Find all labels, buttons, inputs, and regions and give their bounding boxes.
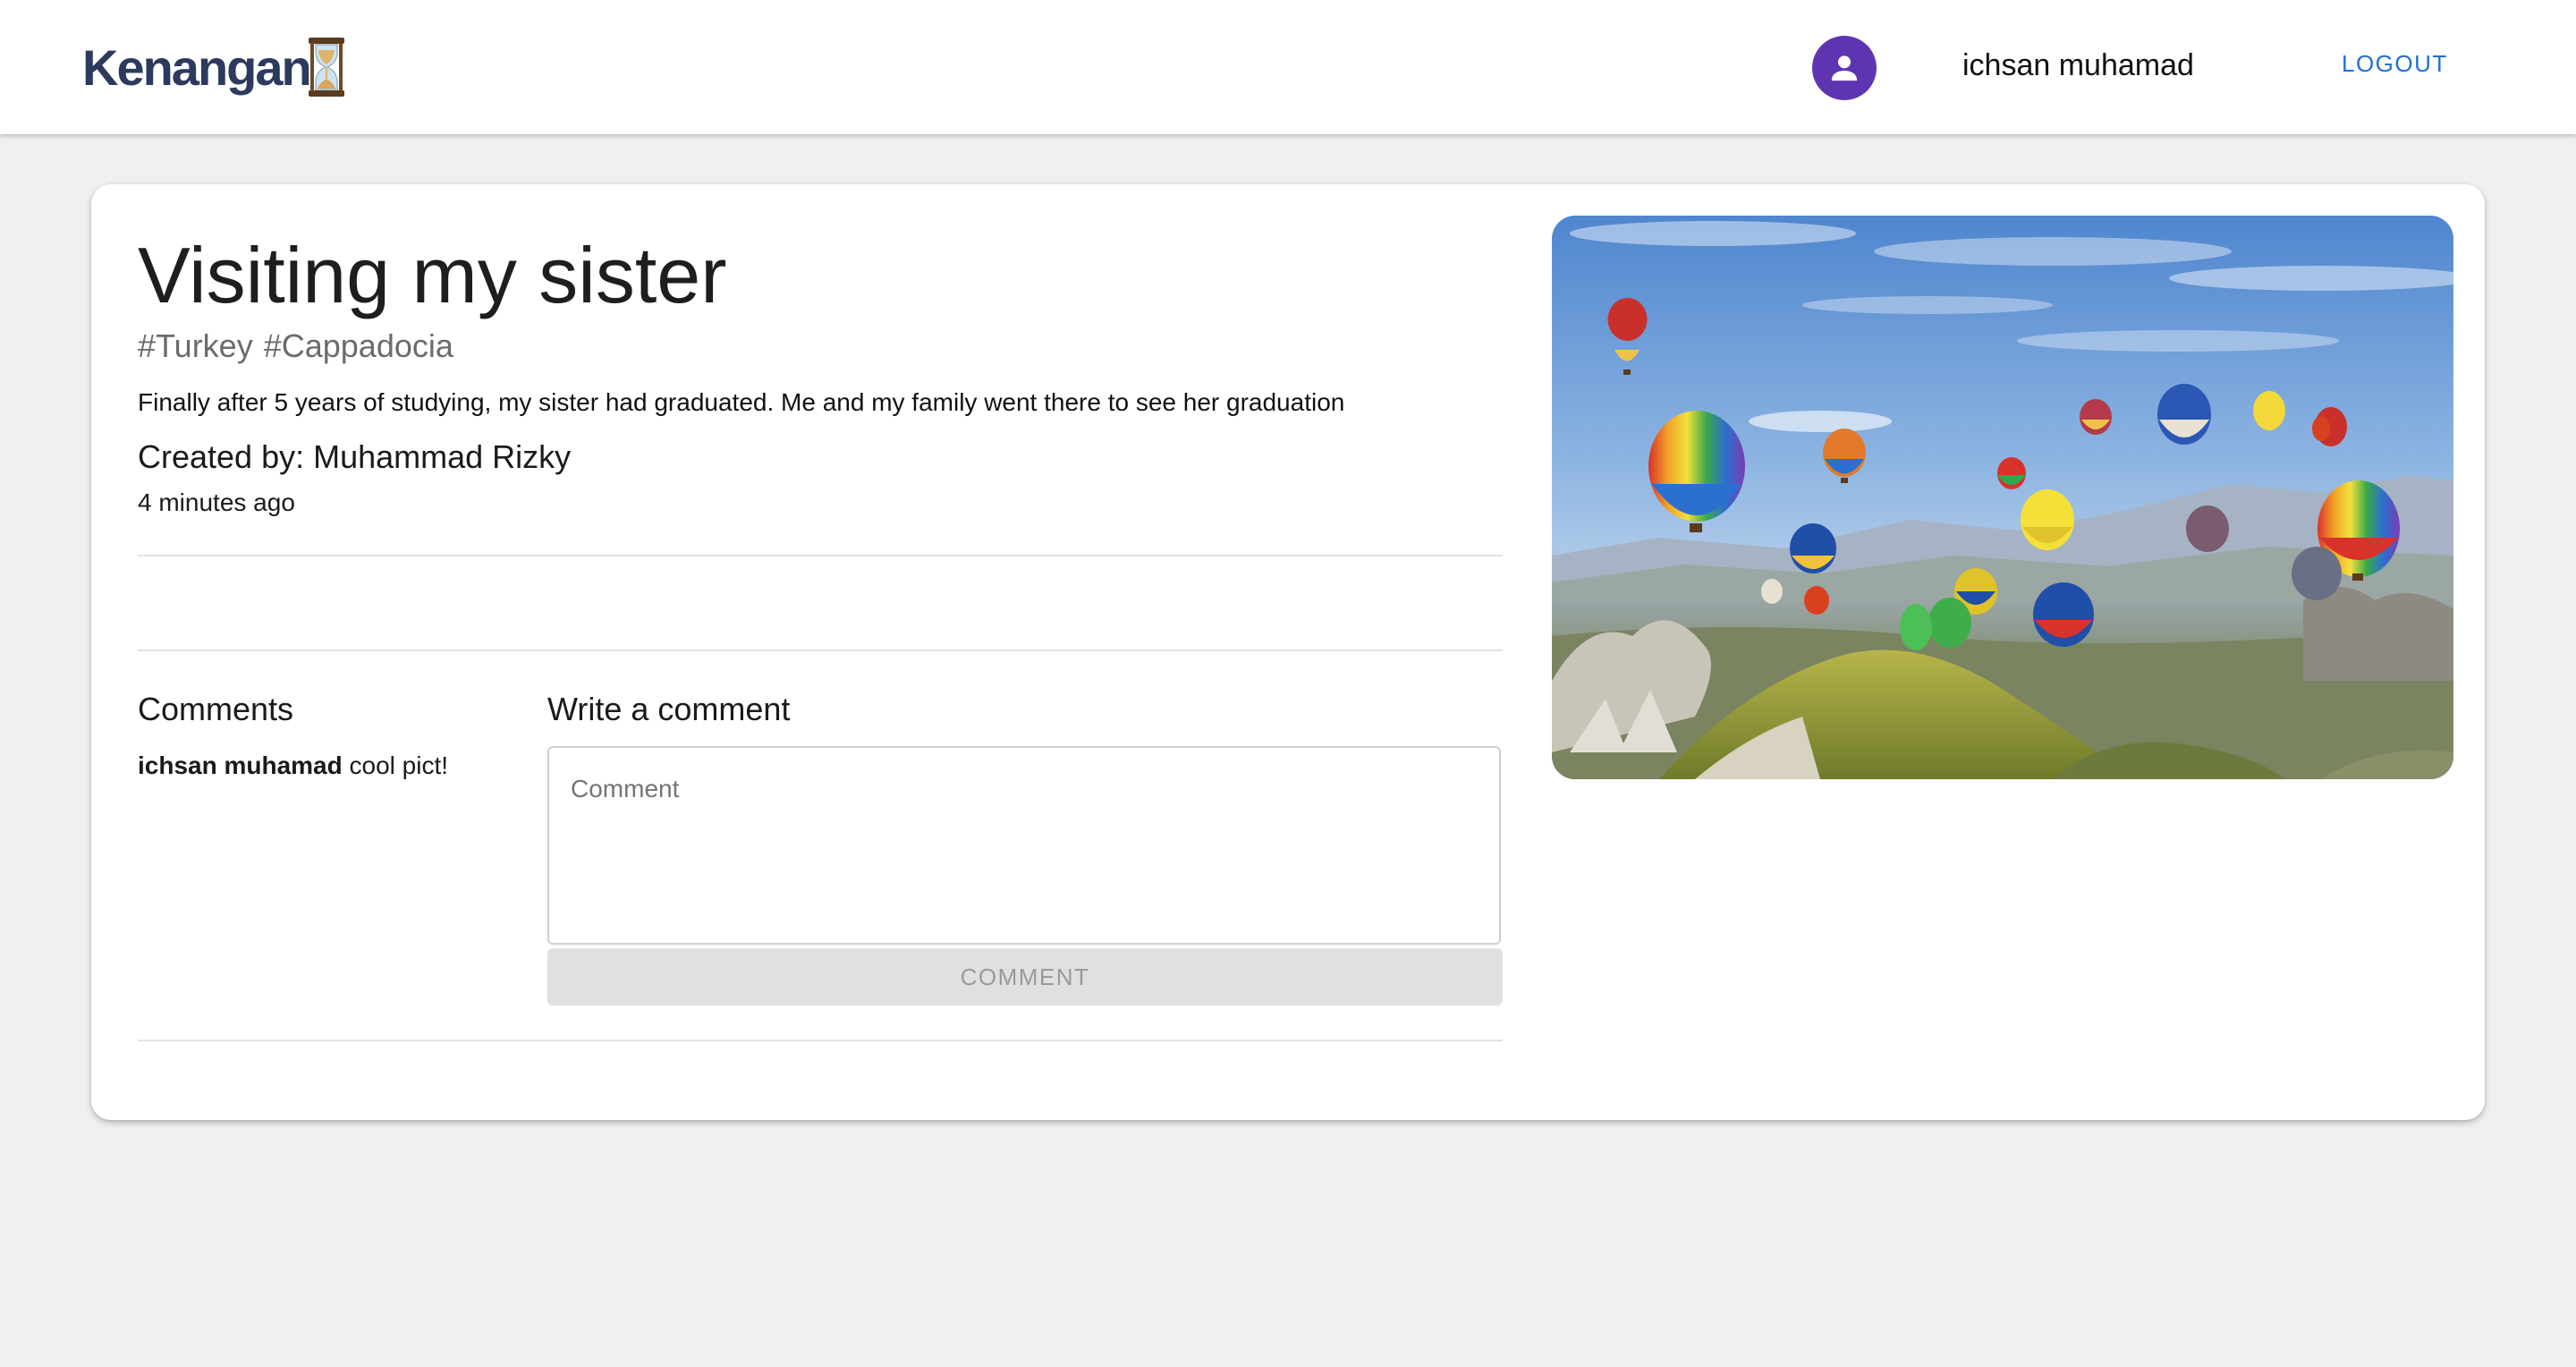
- brand-logo[interactable]: Kenangan: [82, 34, 348, 100]
- comment-item: ichsan muhamad cool pict!: [138, 751, 448, 780]
- write-comment-heading: Write a comment: [547, 691, 791, 727]
- divider: [138, 650, 1503, 651]
- comments-heading: Comments: [138, 691, 294, 727]
- memory-message: Finally after 5 years of studying, my si…: [138, 388, 1345, 416]
- brand-name: Kenangan: [82, 38, 312, 96]
- tag: #Turkey: [138, 327, 253, 364]
- memory-tags: #Turkey #Cappadocia: [138, 327, 464, 365]
- user-name: ichsan muhamad: [1962, 48, 2194, 82]
- memory-title: Visiting my sister: [138, 231, 727, 319]
- memory-timestamp: 4 minutes ago: [138, 488, 295, 516]
- comment-submit-button[interactable]: COMMENT: [547, 948, 1503, 1006]
- balloons-landscape-image: [1552, 216, 2453, 779]
- divider: [138, 1040, 1503, 1041]
- comment-text: cool pict!: [349, 751, 449, 779]
- divider: [138, 555, 1503, 556]
- memory-creator: Created by: Muhammad Rizky: [138, 438, 572, 475]
- memory-photo: [1552, 216, 2453, 779]
- comment-input[interactable]: [547, 746, 1501, 945]
- hourglass-icon: [308, 38, 344, 97]
- tag: #Cappadocia: [263, 327, 453, 364]
- user-avatar[interactable]: [1812, 36, 1877, 100]
- app-bar: Kenangan ichsan muhamad LOGOUT: [0, 0, 2576, 134]
- logout-button[interactable]: LOGOUT: [2331, 47, 2459, 81]
- memory-detail-card: Visiting my sister #Turkey #Cappadocia Fi…: [91, 184, 2485, 1120]
- comment-author: ichsan muhamad: [138, 751, 343, 779]
- person-icon: [1831, 55, 1858, 81]
